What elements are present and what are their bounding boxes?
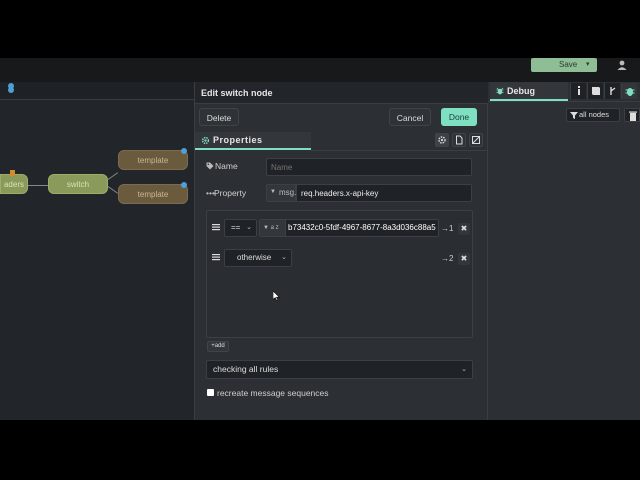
- recreate-sequences-label: recreate message sequences: [217, 388, 329, 398]
- switch-node[interactable]: switch: [48, 174, 108, 194]
- rule-operator-select[interactable]: == ⌄: [224, 219, 257, 237]
- name-label: Name: [215, 161, 238, 171]
- node-changed-marker: [10, 170, 15, 176]
- deploy-menu-caret-icon[interactable]: ▾: [586, 60, 590, 68]
- chevron-down-icon: ⌄: [461, 366, 467, 373]
- file-icon: [456, 135, 463, 145]
- tray-title: Edit switch node: [201, 88, 273, 98]
- rule-output-label: →2: [441, 254, 454, 263]
- clear-debug-button[interactable]: [624, 108, 640, 122]
- sidebar: Debug all nodes: [488, 82, 640, 420]
- add-rule-label: add: [214, 343, 225, 349]
- info-icon: [578, 86, 580, 95]
- rule-value-input[interactable]: ▼ a z b73432c0-5fdf-4967-8677-8a3d036c88…: [259, 219, 439, 237]
- tray-header: Edit switch node: [195, 82, 489, 104]
- tab-debug[interactable]: Debug: [490, 82, 568, 101]
- property-input[interactable]: [296, 184, 472, 202]
- gear-icon: [201, 136, 210, 145]
- rule-row-1: == ⌄ ▼ a z b73432c0-5fdf-4967-8677-8a3d0…: [207, 215, 472, 241]
- rules-list: == ⌄ ▼ a z b73432c0-5fdf-4967-8677-8a3d0…: [206, 210, 473, 338]
- sidebar-help-tab[interactable]: [587, 83, 603, 99]
- cancel-label: Cancel: [396, 113, 424, 123]
- chevron-down-icon: ⌄: [281, 254, 287, 261]
- rule-row-2: otherwise ⌄ →2 ✖: [207, 245, 472, 271]
- rule-operator-value: ==: [231, 223, 241, 232]
- string-type-icon: a z: [270, 225, 279, 231]
- property-label: Property: [214, 188, 247, 198]
- bug-icon: [496, 87, 504, 95]
- user-icon[interactable]: [617, 60, 627, 70]
- book-icon: [592, 87, 600, 95]
- canvas-info-dot: [8, 83, 14, 89]
- remove-rule-button[interactable]: ✖: [458, 223, 470, 235]
- tag-icon: [206, 162, 214, 170]
- tab-appearance[interactable]: [469, 133, 483, 147]
- tab-divider: [311, 150, 489, 151]
- gear-icon: [438, 136, 446, 144]
- remove-rule-button[interactable]: ✖: [458, 253, 470, 265]
- mouse-cursor-icon: [273, 291, 281, 301]
- bug-icon: [625, 88, 635, 96]
- tab-description[interactable]: [452, 133, 466, 147]
- filter-label: all nodes: [579, 110, 610, 119]
- header-bar: Save ▾: [0, 58, 640, 82]
- node-red-editor: Save ▾ aders switch template template Ed…: [0, 58, 640, 420]
- check-mode-value: checking all rules: [213, 364, 279, 374]
- property-type-label: msg.: [279, 188, 297, 197]
- chevron-down-icon: ⌄: [246, 224, 252, 231]
- filter-icon: [570, 112, 578, 119]
- delete-button[interactable]: Delete: [199, 108, 239, 126]
- sidebar-debug-tab[interactable]: [621, 83, 637, 99]
- tab-debug-label: Debug: [507, 86, 535, 96]
- trash-icon: [629, 111, 637, 121]
- sidebar-config-tab[interactable]: [604, 83, 620, 99]
- http-in-node-label: aders: [3, 180, 24, 189]
- chevron-down-icon: ▼: [270, 189, 276, 195]
- rule-operator-select[interactable]: otherwise ⌄: [224, 249, 292, 267]
- flow-canvas[interactable]: [0, 82, 195, 420]
- name-input[interactable]: [266, 158, 472, 176]
- template-node[interactable]: template: [118, 150, 188, 170]
- sidebar-tab-divider: [488, 101, 640, 102]
- workspace-tabs: [0, 82, 195, 100]
- chevron-down-icon: ▼: [263, 225, 269, 231]
- done-label: Done: [448, 112, 470, 122]
- tab-node-settings[interactable]: [435, 133, 449, 147]
- top-letterbox: [0, 0, 640, 58]
- flow-wire: [28, 185, 50, 186]
- rule-output-label: →1: [441, 224, 454, 233]
- template-node-label: template: [137, 156, 169, 165]
- add-rule-button[interactable]: +add: [207, 341, 229, 352]
- rule-value-text: b73432c0-5fdf-4967-8677-8a3d036c88a5: [288, 223, 436, 232]
- node-status-port: [181, 182, 187, 188]
- delete-label: Delete: [206, 113, 232, 123]
- template-node[interactable]: template: [118, 184, 188, 204]
- drag-handle-icon[interactable]: [212, 253, 220, 261]
- bottom-letterbox: [0, 420, 640, 480]
- drag-handle-icon[interactable]: [212, 223, 220, 231]
- check-mode-select[interactable]: checking all rules ⌄: [206, 360, 473, 379]
- sidebar-info-tab[interactable]: [570, 83, 586, 99]
- appearance-icon: [472, 136, 480, 144]
- cancel-button[interactable]: Cancel: [389, 108, 431, 126]
- http-in-node[interactable]: aders: [0, 174, 28, 194]
- deploy-label: Save: [559, 60, 578, 69]
- recreate-sequences-checkbox[interactable]: [207, 389, 214, 396]
- template-node-label: template: [137, 190, 169, 199]
- done-button[interactable]: Done: [441, 108, 477, 126]
- tab-properties[interactable]: Properties: [195, 132, 311, 150]
- rule-value-type-select[interactable]: ▼ a z: [260, 220, 286, 236]
- node-status-port: [181, 148, 187, 154]
- switch-node-label: switch: [66, 180, 90, 189]
- tab-properties-label: Properties: [213, 135, 263, 145]
- close-icon: ✖: [460, 254, 468, 263]
- branch-icon: [610, 87, 616, 95]
- close-icon: ✖: [460, 224, 468, 233]
- rule-operator-value: otherwise: [237, 253, 272, 262]
